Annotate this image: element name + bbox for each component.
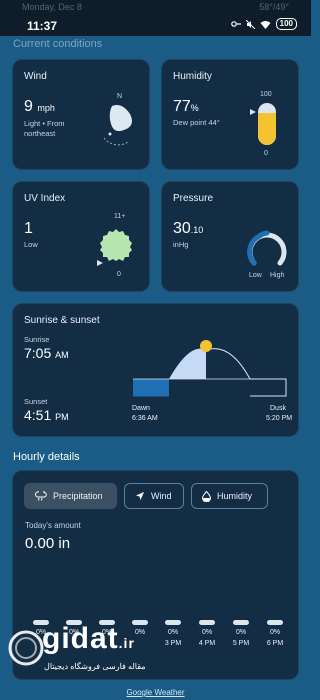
uv-scale-min: 0 [117,271,121,278]
water-drop-icon [202,490,211,502]
wind-speed: 9 mph [24,98,55,115]
hourly-column: 0% 6 PM [262,620,288,647]
uv-sun-icon [100,229,132,261]
pressure-value: 30.10 [173,220,204,237]
hourly-percent: 0% [201,629,213,636]
key-icon [230,21,241,27]
dusk-time: 5:20 PM [266,415,293,422]
hourly-time: 5 PM [232,640,250,647]
pressure-high-label: High [270,272,285,279]
precipitation-bar [199,620,215,625]
sunset-label: Sunset [24,397,48,406]
dawn-time: 6:36 AM [132,415,158,422]
humidity-scale-min: 0 [264,150,268,157]
tab-wind[interactable]: Wind [124,483,184,509]
pressure-low-label: Low [249,272,262,279]
status-time: 11:37 [27,19,58,33]
tab-precipitation[interactable]: Precipitation [24,483,117,509]
humidity-scale-max: 100 [260,91,272,98]
wind-direction-icon [103,105,132,146]
humidity-gauge-fill [258,112,276,145]
footer: Google Weather [0,688,311,697]
precipitation-bar [267,620,283,625]
sunrise-label: Sunrise [24,335,50,344]
hourly-time: 6 PM [266,640,284,647]
tab-humidity-label: Humidity [217,491,253,501]
pressure-gauge [247,230,287,266]
hourly-time: 3 PM [164,640,182,647]
status-date: Monday, Dec 8 [22,2,82,12]
dew-point: Dew point 44° [173,118,220,127]
sunrise-time: 7:05 AM [24,345,69,361]
hourly-column: 0% 5 PM [228,620,254,647]
wind-title: Wind [24,71,47,82]
hourly-time: 4 PM [198,640,216,647]
humidity-title: Humidity [173,71,212,82]
watermark-tagline: مقاله فارسی فروشگاه دیجیتال [44,662,146,671]
precipitation-bar [233,620,249,625]
uv-pointer-icon [97,260,103,266]
pressure-title: Pressure [173,193,214,204]
amount-value: 0.00 in [25,535,71,552]
google-weather-link[interactable]: Google Weather [126,688,184,697]
wind-desc: Light • From northeast [24,119,65,138]
humidity-gauge [258,103,276,145]
amount-label: Today's amount [25,521,81,530]
uv-title: UV Index [24,193,66,204]
humidity-card[interactable]: Humidity 77% Dew point 44° 100 0 [161,59,299,170]
precipitation-bar [165,620,181,625]
pressure-card[interactable]: Pressure 30.10 inHg Low High [161,181,299,292]
sun-title: Sunrise & sunset [24,315,100,326]
battery-indicator: 100 [275,18,297,30]
humidity-value: 77% [173,98,199,115]
status-temps: 58°/49° [259,2,289,12]
hourly-column: 0% 4 PM [194,620,220,647]
compass-north: N [117,93,123,100]
watermark-brand: gidat.ir [42,622,135,655]
rain-cloud-icon [35,491,47,501]
status-icons: 100 [230,18,297,30]
sun-card[interactable]: Sunrise & sunset Sunrise 7:05 AM Sunset … [12,303,299,437]
hourly-title: Hourly details [13,451,80,463]
tab-humidity[interactable]: Humidity [191,483,268,509]
hourly-percent: 0% [167,629,179,636]
hourly-column: 0% 3 PM [160,620,186,647]
dawn-label: Dawn [132,405,150,412]
sun-path-graph [133,340,287,397]
uv-card[interactable]: UV Index 1 Low 11+ 0 [12,181,150,292]
uv-value: 1 [24,220,33,237]
uv-level: Low [24,240,38,249]
navigation-arrow-icon [136,492,144,500]
wind-card[interactable]: Wind 9 mph Light • From northeast N [12,59,150,170]
hourly-percent: 0% [269,629,281,636]
status-bar: Monday, Dec 8 58°/49° 11:37 100 [0,0,311,36]
wifi-icon [260,20,271,29]
uv-scale-max: 11+ [114,213,126,220]
section-label-current: Current conditions [13,38,103,50]
hourly-percent: 0% [235,629,247,636]
tab-wind-label: Wind [151,491,172,501]
pressure-unit: inHg [173,240,189,249]
sunset-time: 4:51 PM [24,407,69,423]
dusk-label: Dusk [270,405,286,412]
mute-icon [245,19,255,29]
humidity-pointer-icon [250,109,256,115]
tab-precipitation-label: Precipitation [53,491,103,501]
